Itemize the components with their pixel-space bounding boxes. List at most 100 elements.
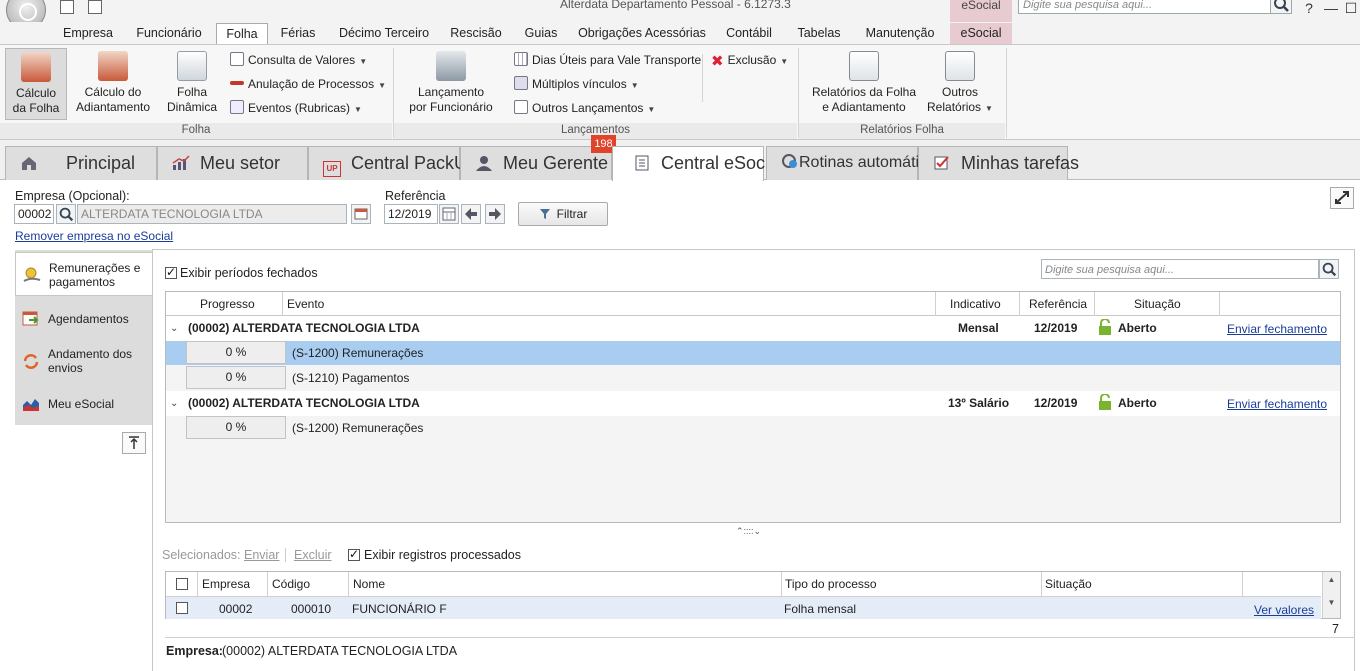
empresa-code-input[interactable]: 00002 xyxy=(14,204,54,224)
empresa-table-button[interactable] xyxy=(351,204,371,224)
side-item-agendamentos[interactable]: Agendamentos xyxy=(15,302,152,336)
enviar-fechamento-link[interactable]: Enviar fechamento xyxy=(1227,397,1327,411)
global-search-input[interactable]: Digite sua pesquisa aqui... xyxy=(1018,0,1292,14)
prev-period-button[interactable] xyxy=(461,204,481,224)
excluir-button[interactable]: Excluir xyxy=(294,548,332,562)
side-andamento-label-1: Andamento dos xyxy=(48,347,133,361)
side-item-andamento[interactable]: Andamento dos envios xyxy=(15,341,152,381)
tab-meu-gerente[interactable]: Meu Gerente xyxy=(460,146,612,180)
window-title: Alterdata Departamento Pessoal - 6.1273.… xyxy=(560,0,791,11)
col-nome[interactable]: Nome xyxy=(353,572,385,596)
menu-tab-funcionario[interactable]: Funcionário xyxy=(128,23,210,44)
chevron-down-icon[interactable]: ⌄ xyxy=(170,316,178,341)
grid-search-button[interactable] xyxy=(1319,259,1339,279)
vertical-scrollbar[interactable]: ▲ ▼ xyxy=(1322,572,1340,618)
eventos-rubricas-button[interactable]: Eventos (Rubricas) ▼ xyxy=(230,99,362,117)
menu-tab-ferias[interactable]: Férias xyxy=(274,23,322,44)
enviar-button[interactable]: Enviar xyxy=(244,548,279,562)
ver-valores-link[interactable]: Ver valores xyxy=(1254,603,1314,617)
tab-meu-setor[interactable]: Meu setor xyxy=(157,146,308,180)
empresa-search-button[interactable] xyxy=(56,204,76,224)
help-icon[interactable]: ? xyxy=(1300,0,1318,16)
row-checkbox[interactable] xyxy=(176,602,188,614)
chevron-down-icon[interactable]: ⌄ xyxy=(170,391,178,416)
next-period-button[interactable] xyxy=(485,204,505,224)
menu-tab-tabelas[interactable]: Tabelas xyxy=(790,23,848,44)
outros-relatorios-label-1: Outros xyxy=(941,85,978,99)
menu-tab-guias[interactable]: Guias xyxy=(518,23,564,44)
row-codigo: 000010 xyxy=(291,602,332,616)
menu-tab-contabil[interactable]: Contábil xyxy=(718,23,780,44)
outros-relatorios-button[interactable]: Outros Relatórios ▼ xyxy=(924,51,996,116)
tab-rotinas-automaticas[interactable]: Rotinas automáticas xyxy=(766,146,944,180)
progress-cell: 0 % xyxy=(186,366,286,389)
menu-tab-decimo-terceiro[interactable]: Décimo Terceiro xyxy=(332,23,436,44)
col-evento[interactable]: Evento xyxy=(287,292,324,316)
quick-access-save-icon[interactable] xyxy=(60,0,74,14)
col-indicativo[interactable]: Indicativo xyxy=(950,292,1001,316)
tab-principal-label: Principal xyxy=(66,153,136,173)
col-referencia[interactable]: Referência xyxy=(1029,292,1087,316)
scroll-down-icon[interactable]: ▼ xyxy=(1323,598,1340,607)
tab-principal[interactable]: Principal xyxy=(5,146,157,180)
ribbon-group-folha: Folha xyxy=(0,123,392,139)
menu-tab-empresa[interactable]: Empresa xyxy=(56,23,120,44)
expand-button[interactable] xyxy=(1330,187,1354,209)
col-empresa[interactable]: Empresa xyxy=(202,572,250,596)
splitter-handle[interactable]: ⌃::::⌄ xyxy=(736,526,761,537)
row-nome: FUNCIONÁRIO F xyxy=(352,602,447,616)
calendar-button[interactable] xyxy=(439,204,459,224)
maximize-icon[interactable]: ☐ xyxy=(1342,0,1360,17)
dias-uteis-button[interactable]: Dias Úteis para Vale Transporte xyxy=(514,51,701,69)
row-tipo: Folha mensal xyxy=(784,602,857,616)
relatorios-folha-button[interactable]: Relatórios da Folha e Adiantamento xyxy=(808,51,920,115)
referencia-input[interactable]: 12/2019 xyxy=(384,204,438,224)
filtrar-button[interactable]: Filtrar xyxy=(518,202,608,226)
calculo-folha-button[interactable]: Cálculo da Folha xyxy=(5,48,67,120)
remover-empresa-link[interactable]: Remover empresa no eSocial xyxy=(15,229,173,243)
exibir-fechados-checkbox[interactable] xyxy=(165,265,177,279)
grid-search-input[interactable]: Digite sua pesquisa aqui... xyxy=(1041,259,1319,279)
consulta-valores-button[interactable]: Consulta de Valores ▼ xyxy=(230,51,367,69)
exclusao-button[interactable]: ✖ Exclusão ▼ xyxy=(711,51,788,69)
tab-minhas-tarefas[interactable]: Minhas tarefas xyxy=(918,146,1079,180)
multiplos-vinculos-button[interactable]: Múltiplos vínculos ▼ xyxy=(514,75,639,93)
group-situacao: Aberto xyxy=(1098,316,1157,341)
menu-tab-rescisao[interactable]: Rescisão xyxy=(446,23,506,44)
lancamento-funcionario-label-2: por Funcionário xyxy=(409,100,493,114)
col-codigo[interactable]: Código xyxy=(272,572,310,596)
minimize-icon[interactable]: — xyxy=(1322,0,1340,16)
row-empresa: 00002 xyxy=(219,602,253,616)
menu-tab-manutencao[interactable]: Manutenção xyxy=(858,23,942,44)
select-all-checkbox[interactable] xyxy=(176,578,188,590)
menu-tab-esocial[interactable]: eSocial xyxy=(950,23,1012,44)
col-tipo[interactable]: Tipo do processo xyxy=(785,572,877,596)
folha-dinamica-button[interactable]: Folha Dinâmica xyxy=(160,51,224,115)
col-progresso[interactable]: Progresso xyxy=(200,292,255,316)
menu-tab-obrigacoes[interactable]: Obrigações Acessórias xyxy=(574,23,710,44)
side-item-meu-esocial[interactable]: Meu eSocial xyxy=(15,387,152,421)
col-situacao-processo[interactable]: Situação xyxy=(1045,572,1092,596)
table-row[interactable] xyxy=(166,597,1321,619)
col-situacao[interactable]: Situação xyxy=(1134,292,1181,316)
lancamento-funcionario-button[interactable]: Lançamento por Funcionário xyxy=(402,51,500,115)
tab-central-esocial-label: Central eSocial xyxy=(661,153,784,173)
exibir-processados-checkbox[interactable] xyxy=(348,547,360,561)
quick-access-new-icon[interactable] xyxy=(88,0,102,14)
tab-central-packup[interactable]: UP Central PackUp xyxy=(308,146,477,180)
scroll-up-icon[interactable]: ▲ xyxy=(1323,575,1340,584)
outros-lancamentos-button[interactable]: Outros Lançamentos ▼ xyxy=(514,99,655,117)
side-item-remuneracoes[interactable]: Remunerações e pagamentos xyxy=(15,252,152,296)
calculo-adiantamento-button[interactable]: Cálculo do Adiantamento xyxy=(72,51,154,115)
multiplos-vinculos-label: Múltiplos vínculos xyxy=(532,77,627,91)
global-search-icon[interactable] xyxy=(1270,0,1292,14)
anulacao-processos-button[interactable]: Anulação de Processos ▼ xyxy=(230,75,386,93)
packup-icon: UP xyxy=(323,161,341,177)
collapse-nav-button[interactable] xyxy=(122,432,146,454)
exibir-processados-label: Exibir registros processados xyxy=(364,548,522,562)
menu-tab-folha[interactable]: Folha xyxy=(216,23,268,44)
delete-x-icon: ✖ xyxy=(711,53,724,70)
tab-central-esocial[interactable]: Central eSocial xyxy=(612,146,783,181)
enviar-fechamento-link[interactable]: Enviar fechamento xyxy=(1227,322,1327,336)
esocial-context-label: eSocial xyxy=(961,0,1001,12)
